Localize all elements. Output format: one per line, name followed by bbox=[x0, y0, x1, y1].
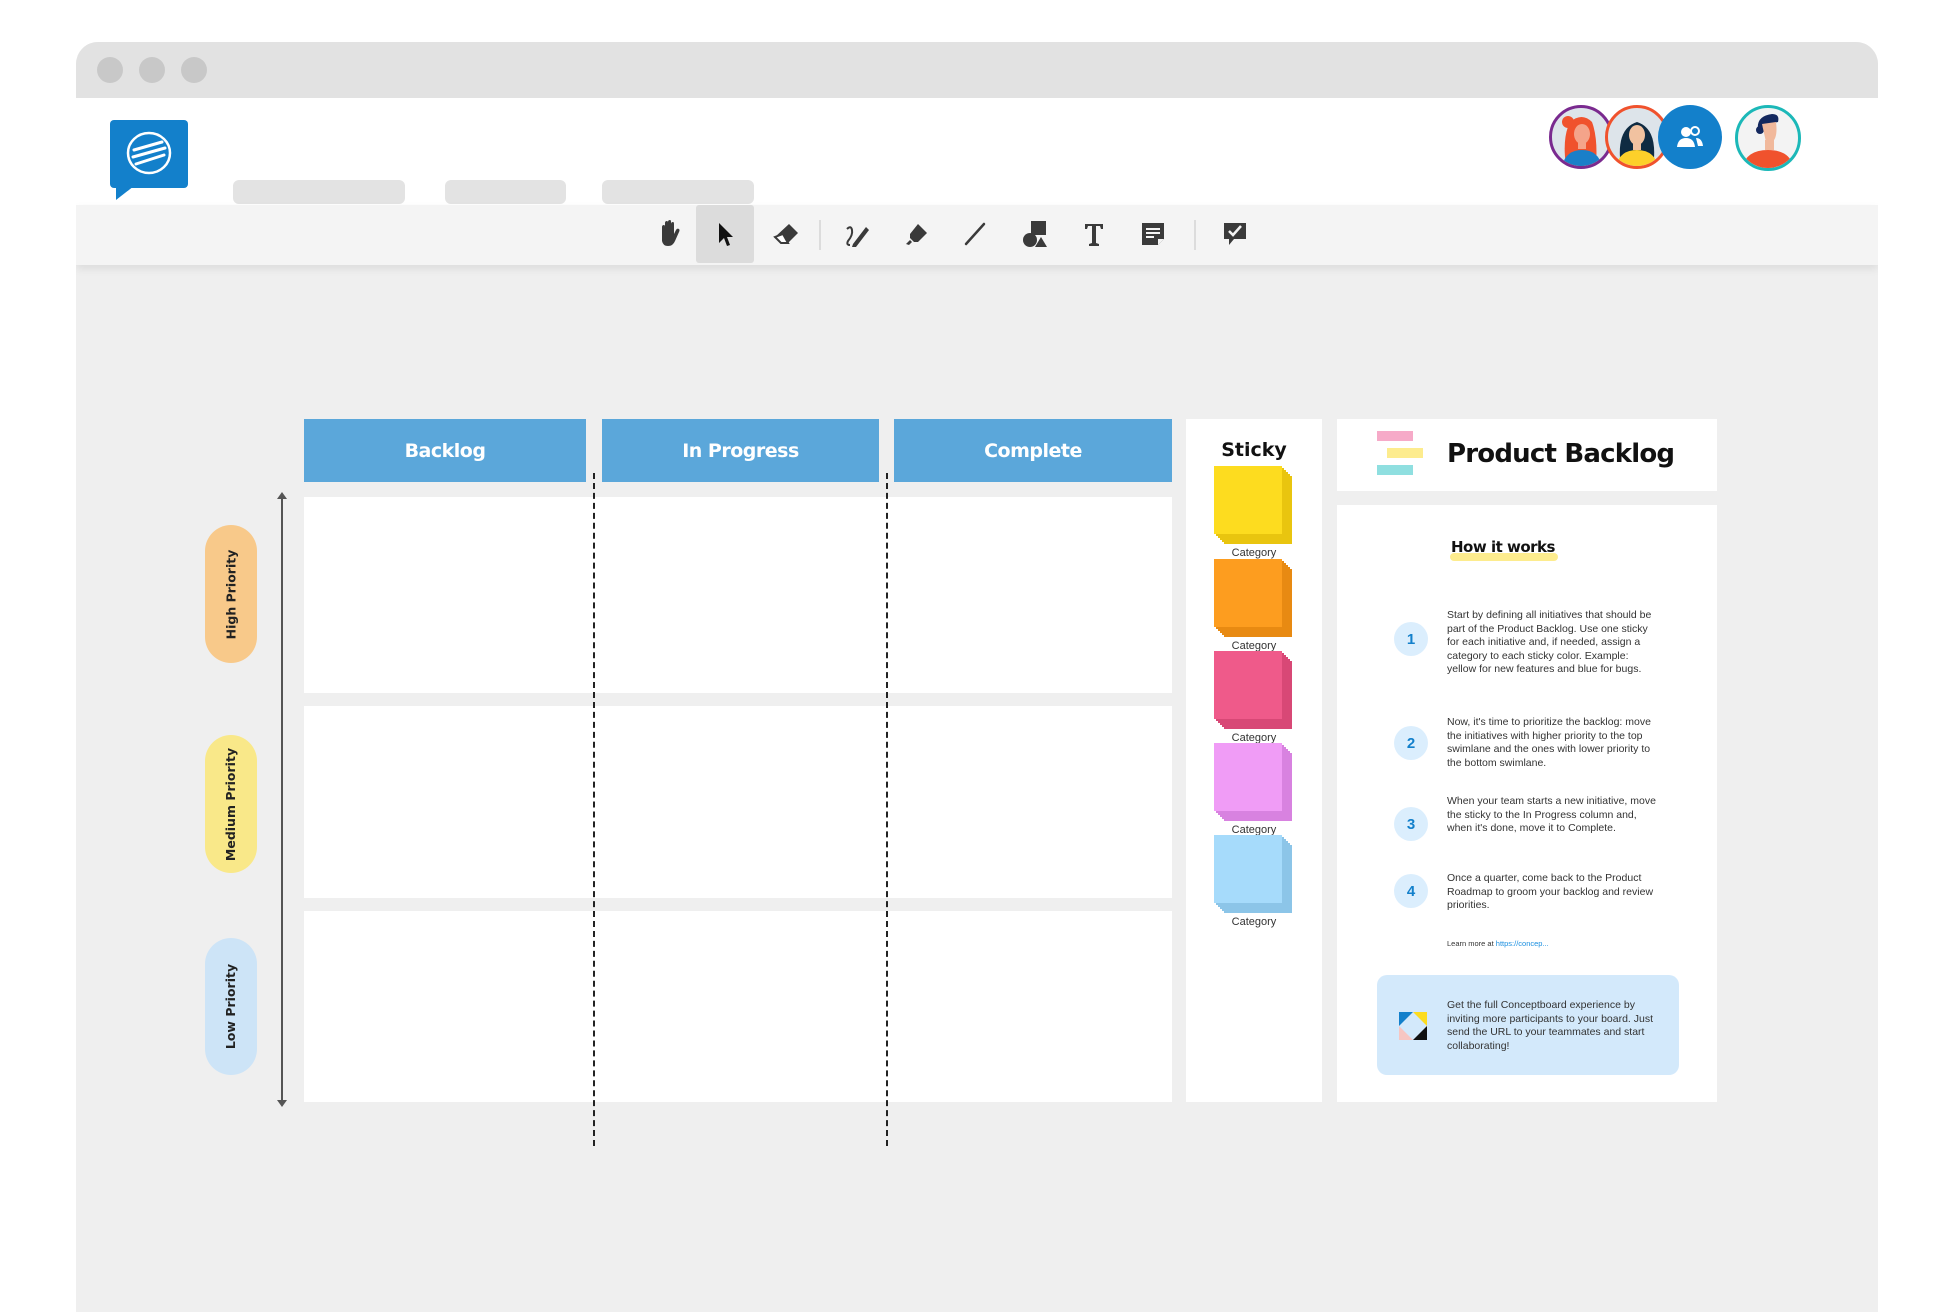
sticky-stack[interactable] bbox=[1214, 835, 1296, 917]
sticky-note[interactable] bbox=[1214, 559, 1282, 627]
toolbar-separator bbox=[1194, 220, 1196, 250]
column-header-in-progress[interactable]: In Progress bbox=[602, 419, 879, 482]
backlog-logo-bar-yellow bbox=[1387, 448, 1423, 458]
column-header-complete[interactable]: Complete bbox=[894, 419, 1172, 482]
info-body: How it works 1 Start by defining all ini… bbox=[1337, 505, 1717, 1102]
shapes-tool-button[interactable] bbox=[1006, 205, 1064, 263]
step-number-3: 3 bbox=[1394, 807, 1428, 841]
highlighter-icon bbox=[906, 224, 927, 245]
line-icon bbox=[964, 222, 986, 246]
nav-placeholder-2[interactable] bbox=[445, 180, 566, 204]
participants-icon bbox=[1677, 126, 1703, 147]
review-tool-button[interactable] bbox=[1206, 205, 1264, 263]
highlighter-tool-button[interactable] bbox=[887, 205, 945, 263]
sticky-note-stash: Sticky Note Stash CategoryCategoryCatego… bbox=[1186, 419, 1322, 1102]
sticky-category-label: Category bbox=[1231, 547, 1277, 559]
priority-label-medium: Medium Priority bbox=[205, 735, 257, 873]
hand-icon bbox=[662, 220, 680, 246]
column-header-backlog[interactable]: Backlog bbox=[304, 419, 586, 482]
conceptboard-logo-icon[interactable] bbox=[110, 120, 188, 188]
step-text-3: When your team starts a new initiative, … bbox=[1447, 795, 1656, 834]
invite-callout-text: Get the full Conceptboard experience by … bbox=[1447, 999, 1654, 1052]
nav-placeholder-3[interactable] bbox=[602, 180, 754, 204]
sticky-category-label: Category bbox=[1231, 916, 1277, 928]
learn-more: Learn more at https://concep... bbox=[1447, 939, 1549, 948]
learn-more-link[interactable]: https://concep... bbox=[1496, 939, 1549, 948]
sticky-note[interactable] bbox=[1214, 743, 1282, 811]
line-tool-button[interactable] bbox=[946, 205, 1004, 263]
app-header bbox=[76, 98, 1878, 205]
hand-tool-button[interactable] bbox=[640, 205, 698, 263]
text-tool-button[interactable] bbox=[1065, 205, 1123, 263]
window-close-button[interactable] bbox=[97, 57, 123, 83]
priority-axis bbox=[281, 497, 283, 1103]
pen-icon bbox=[846, 226, 869, 247]
sticky-note[interactable] bbox=[1214, 651, 1282, 719]
backlog-logo-bar-pink bbox=[1377, 431, 1413, 441]
swimlane-medium-priority[interactable] bbox=[304, 706, 1172, 898]
info-title: Product Backlog bbox=[1447, 439, 1675, 469]
backlog-logo-bar-teal bbox=[1377, 465, 1413, 475]
eraser-icon bbox=[773, 224, 798, 244]
step-text-4: Once a quarter, come back to the Product… bbox=[1447, 872, 1654, 911]
sticky-stack[interactable] bbox=[1214, 466, 1296, 548]
avatar-man[interactable] bbox=[1735, 105, 1801, 171]
sticky-stack[interactable] bbox=[1214, 743, 1296, 825]
nav-placeholder-1[interactable] bbox=[233, 180, 405, 204]
cursor-icon bbox=[719, 223, 733, 246]
swimlane-high-priority[interactable] bbox=[304, 497, 1172, 693]
logo-tail bbox=[116, 186, 134, 200]
shapes-icon bbox=[1023, 221, 1047, 247]
invite-callout: Get the full Conceptboard experience by … bbox=[1377, 975, 1679, 1075]
sticky-note[interactable] bbox=[1214, 466, 1282, 534]
info-header: Product Backlog bbox=[1337, 419, 1717, 491]
step-text-1: Start by defining all initiatives that s… bbox=[1447, 609, 1652, 675]
toolbar-separator bbox=[819, 220, 821, 250]
sticky-note-tool-button[interactable] bbox=[1124, 205, 1182, 263]
conceptboard-diamond-icon bbox=[1399, 1012, 1427, 1040]
toolbar bbox=[76, 205, 1878, 265]
window-minimize-button[interactable] bbox=[139, 57, 165, 83]
avatar-woman-red-hair[interactable] bbox=[1549, 105, 1613, 169]
axis-arrow-up-icon bbox=[277, 492, 287, 499]
review-check-icon bbox=[1224, 223, 1246, 245]
select-tool-button[interactable] bbox=[696, 205, 754, 263]
sticky-note[interactable] bbox=[1214, 835, 1282, 903]
step-text-2: Now, it's time to prioritize the backlog… bbox=[1447, 716, 1651, 769]
swimlane-low-priority[interactable] bbox=[304, 911, 1172, 1102]
priority-label-high: High Priority bbox=[205, 525, 257, 663]
participants-button[interactable] bbox=[1658, 105, 1722, 169]
step-number-4: 4 bbox=[1394, 874, 1428, 908]
app-window: Backlog In Progress Complete High Priori… bbox=[76, 42, 1878, 1312]
step-number-1: 1 bbox=[1394, 622, 1428, 656]
axis-arrow-down-icon bbox=[277, 1100, 287, 1107]
column-divider bbox=[886, 473, 888, 1146]
title-bar bbox=[76, 42, 1878, 98]
window-maximize-button[interactable] bbox=[181, 57, 207, 83]
sticky-stack[interactable] bbox=[1214, 651, 1296, 733]
step-number-2: 2 bbox=[1394, 726, 1428, 760]
priority-label-low: Low Priority bbox=[205, 938, 257, 1075]
sticky-stack[interactable] bbox=[1214, 559, 1296, 641]
sticky-note-icon bbox=[1142, 223, 1164, 245]
pen-tool-button[interactable] bbox=[828, 205, 886, 263]
eraser-tool-button[interactable] bbox=[757, 205, 815, 263]
text-icon bbox=[1085, 224, 1103, 246]
info-subtitle: How it works bbox=[1451, 538, 1555, 556]
column-divider bbox=[593, 473, 595, 1146]
